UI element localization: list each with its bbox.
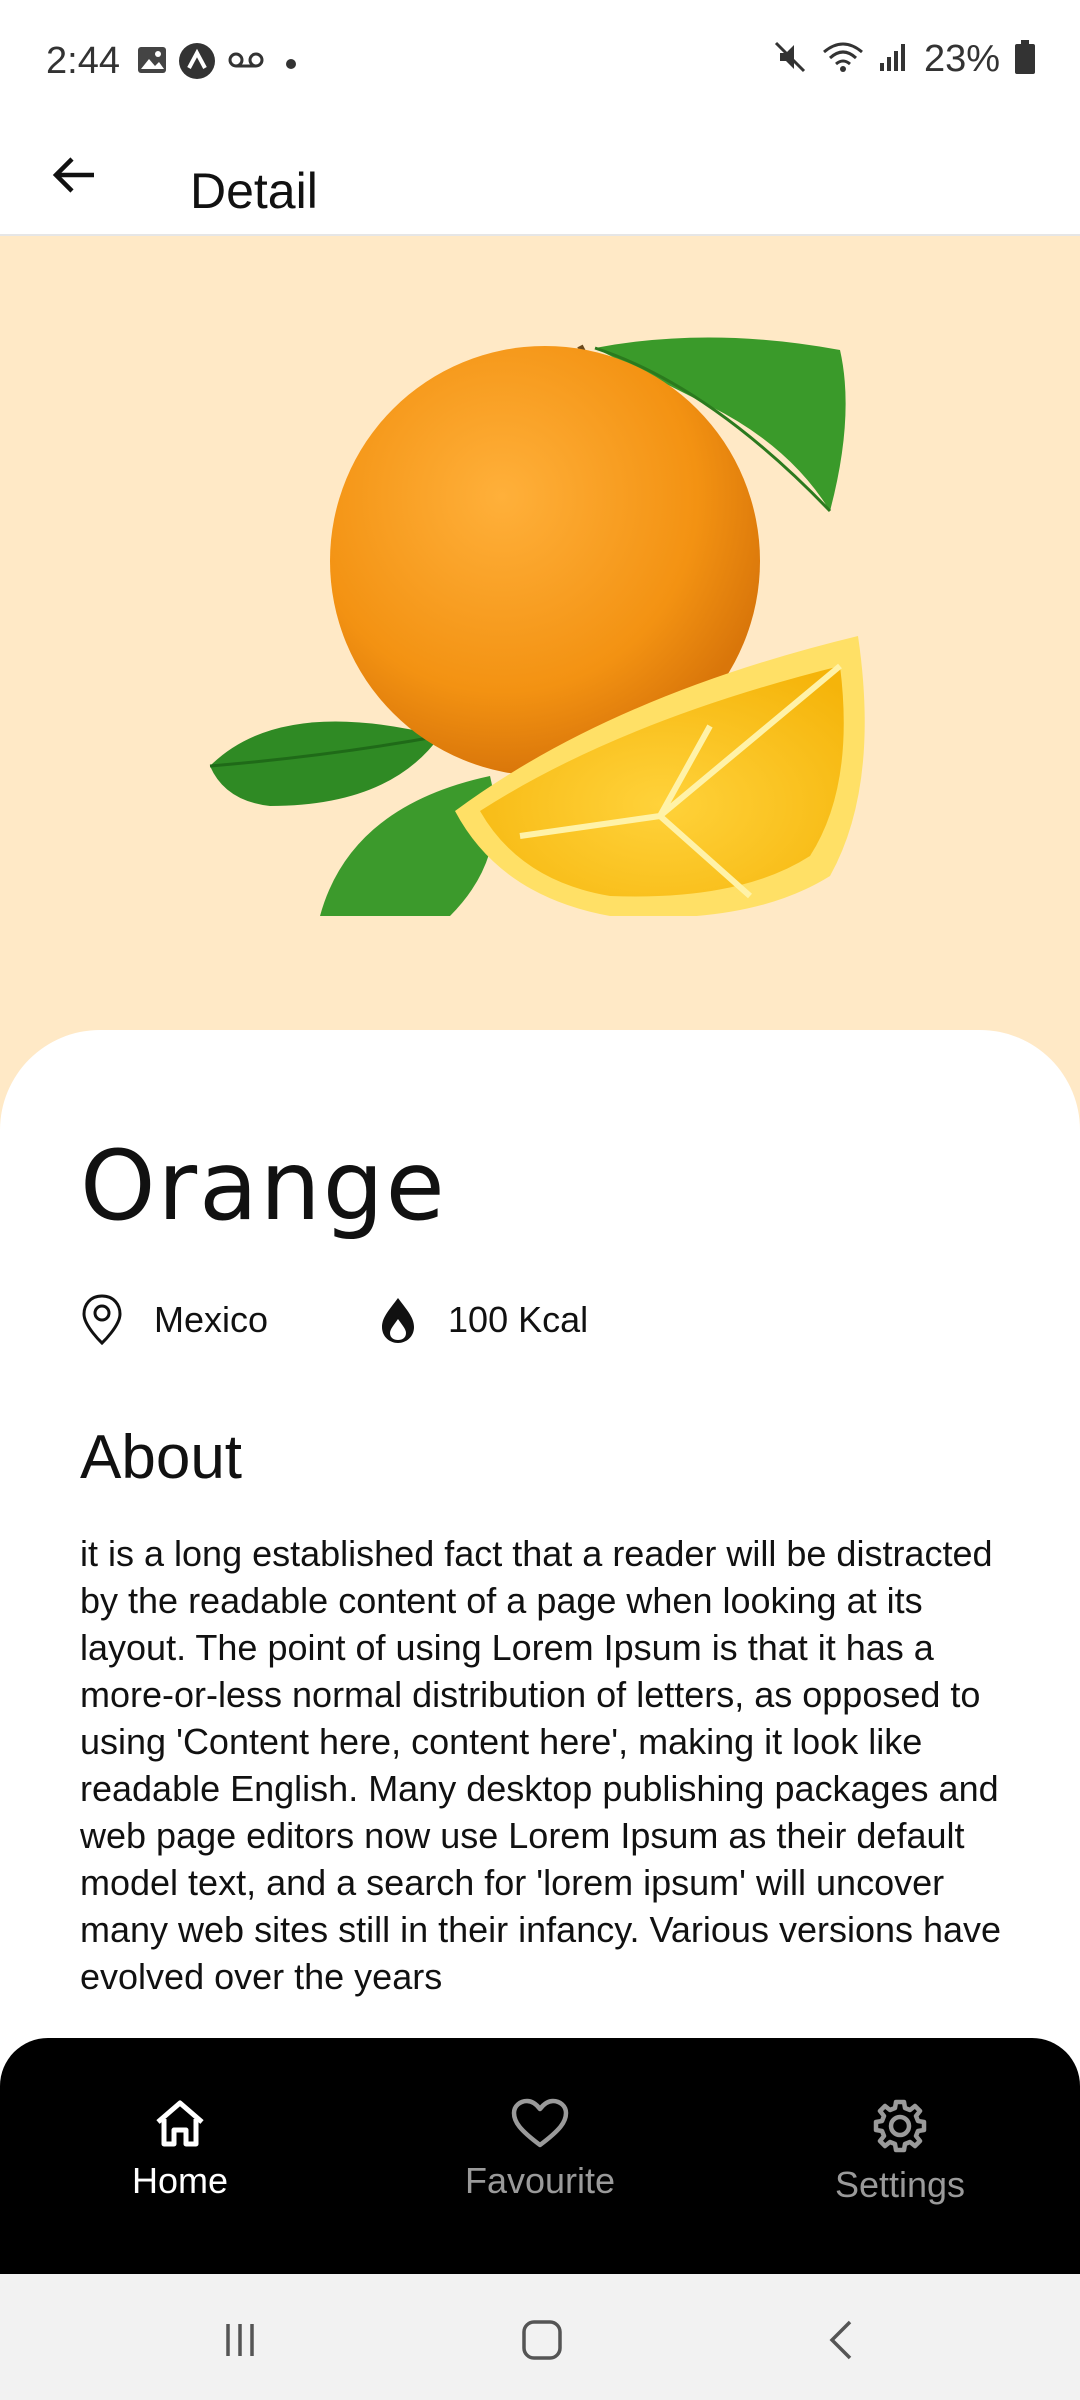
flame-icon xyxy=(382,1298,415,1343)
nav-settings[interactable]: Settings xyxy=(750,2098,1050,2206)
app-bar: Detail xyxy=(0,124,1080,236)
bottom-navigation: Home Favourite Settings xyxy=(0,2038,1080,2274)
system-navigation-bar xyxy=(0,2274,1080,2400)
home-square-icon xyxy=(522,2320,562,2360)
back-system-button[interactable] xyxy=(812,2310,872,2370)
gallery-icon xyxy=(136,44,168,81)
about-heading: About xyxy=(80,1423,243,1492)
heart-icon xyxy=(511,2098,569,2148)
app-notification-icon xyxy=(178,42,216,85)
product-meta-row: Mexico 100 Kcal xyxy=(80,1290,698,1350)
home-system-button[interactable] xyxy=(512,2310,572,2370)
status-bar: 2:44 23% xyxy=(0,0,1080,124)
product-name: Orange xyxy=(80,1130,447,1242)
origin-info: Mexico xyxy=(80,1293,268,1347)
nav-favourite-label: Favourite xyxy=(464,2160,616,2201)
status-right-icons: 23% xyxy=(772,38,1036,81)
dot-icon xyxy=(286,56,296,74)
mute-icon xyxy=(772,39,808,80)
hero-image-section xyxy=(0,236,1080,1136)
battery-icon xyxy=(1014,40,1036,79)
back-button[interactable] xyxy=(40,140,110,210)
origin-text: Mexico xyxy=(154,1299,269,1340)
detail-card: Orange Mexico 100 Kcal About it is a lon… xyxy=(0,1030,1080,2130)
status-time: 2:44 xyxy=(46,40,120,82)
voicemail-icon xyxy=(228,50,264,75)
arrow-left-icon xyxy=(52,157,94,193)
nav-home-label: Home xyxy=(131,2160,229,2201)
back-chevron-icon xyxy=(829,2320,852,2360)
calories-info: 100 Kcal xyxy=(378,1295,588,1345)
location-pin-icon xyxy=(82,1294,122,1346)
wifi-icon xyxy=(822,40,864,79)
nav-favourite[interactable]: Favourite xyxy=(390,2098,690,2202)
about-description: it is a long established fact that a rea… xyxy=(80,1533,1002,1997)
gear-icon xyxy=(873,2099,927,2153)
nav-home[interactable]: Home xyxy=(30,2098,330,2202)
recent-apps-button[interactable] xyxy=(210,2310,270,2370)
recent-apps-icon xyxy=(226,2324,254,2356)
battery-percent: 23% xyxy=(923,38,1000,80)
signal-icon xyxy=(878,41,910,78)
page-title: Detail xyxy=(190,163,318,219)
home-icon xyxy=(156,2100,204,2147)
orange-fruit-image xyxy=(209,337,865,916)
calories-text: 100 Kcal xyxy=(448,1299,589,1340)
nav-settings-label: Settings xyxy=(834,2164,966,2205)
